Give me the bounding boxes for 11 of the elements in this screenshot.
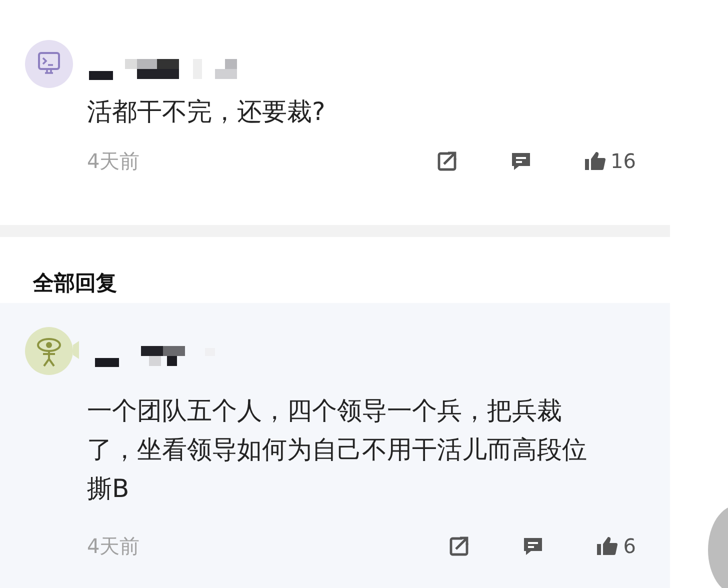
avatar-icon [25,40,73,88]
timestamp: 4天前 [87,148,140,174]
timestamp: 4天前 [87,532,140,560]
like-button[interactable]: 16 [582,149,636,173]
avatar-icon [25,327,79,375]
reply-text: 一个团队五个人，四个领导一个兵，把兵裁了，坐看领导如何为自己不用干活儿而高段位撕B [87,395,588,505]
section-heading: 全部回复 [32,270,118,297]
thumbs-up-icon [582,149,607,173]
thumbs-up-icon [595,534,620,558]
comment-text: 活都干不完，还要裁? [87,96,326,128]
like-button[interactable]: 6 [595,534,636,558]
